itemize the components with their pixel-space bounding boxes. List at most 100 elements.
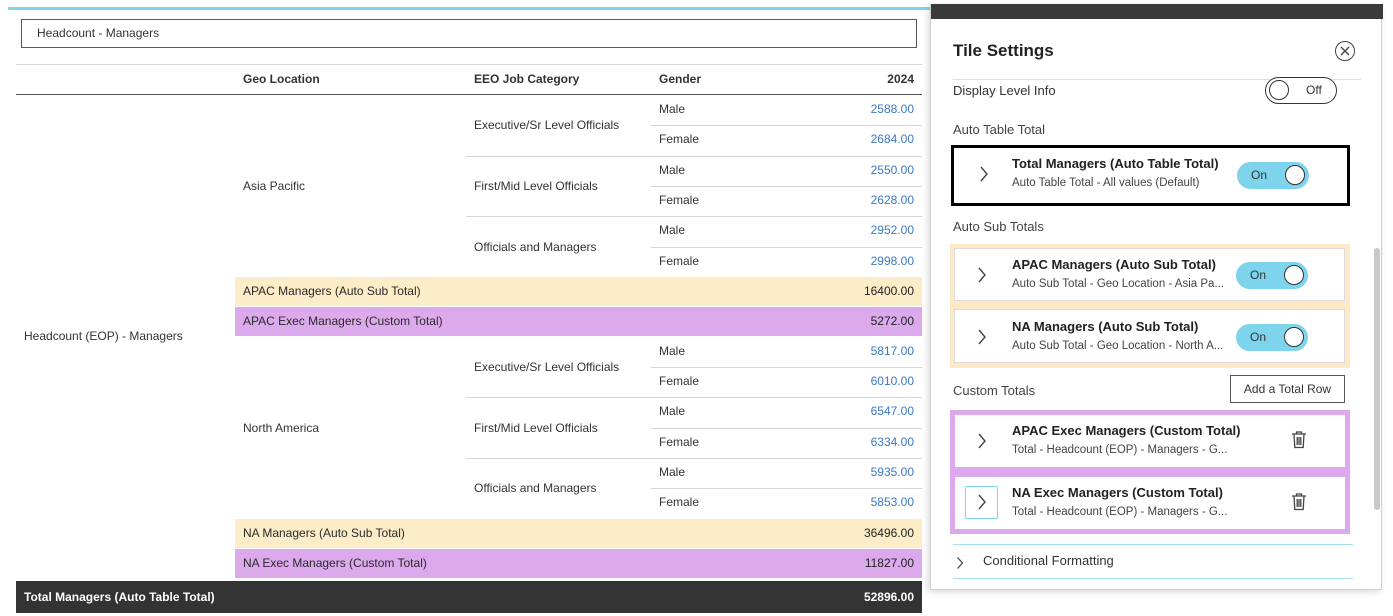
chevron-right-icon[interactable]: [977, 328, 987, 346]
value-cell[interactable]: 6334.00: [871, 435, 914, 449]
category-divider: [466, 458, 922, 459]
auto-sub-total-toggle-na[interactable]: On: [1236, 324, 1308, 351]
gender-cell: Male: [659, 102, 686, 116]
toggle-state-label: On: [1250, 330, 1267, 344]
value-cell[interactable]: 2550.00: [871, 163, 914, 177]
value-cell[interactable]: 2952.00: [871, 223, 914, 237]
auto-table-total-box: Total Managers (Auto Table Total) Auto T…: [951, 145, 1350, 206]
toggle-knob: [1284, 265, 1304, 285]
toggle-state-label: On: [1251, 168, 1268, 182]
custom-total-label: APAC Exec Managers (Custom Total): [243, 313, 443, 328]
auto-sub-totals-box: APAC Managers (Auto Sub Total) Auto Sub …: [950, 244, 1350, 368]
item-subtitle: Total - Headcount (EOP) - Managers - G..…: [1012, 444, 1228, 456]
item-title: NA Exec Managers (Custom Total): [1012, 485, 1223, 500]
gender-cell: Male: [659, 404, 686, 419]
chevron-right-icon[interactable]: [977, 493, 987, 511]
auto-table-total-item[interactable]: Total Managers (Auto Table Total) Auto T…: [954, 148, 1347, 203]
item-title: NA Managers (Auto Sub Total): [1012, 319, 1199, 334]
header-year[interactable]: 2024: [887, 72, 914, 86]
auto-sub-total-item-na[interactable]: NA Managers (Auto Sub Total) Auto Sub To…: [954, 309, 1345, 363]
category-divider: [466, 397, 922, 399]
value-cell[interactable]: 2588.00: [871, 102, 914, 116]
eeo-category-cell: First/Mid Level Officials: [474, 178, 598, 193]
chevron-right-icon[interactable]: [979, 165, 989, 183]
data-table: Geo Location EEO Job Category Gender 202…: [16, 64, 922, 613]
auto-table-total-section-label: Auto Table Total: [953, 122, 1046, 137]
geo-location-cell: North America: [243, 420, 320, 435]
custom-total-item-na[interactable]: NA Exec Managers (Custom Total) Total - …: [955, 477, 1345, 529]
toggle-knob: [1284, 327, 1304, 347]
item-subtitle: Auto Table Total - All values (Default): [1012, 177, 1200, 189]
auto-table-total-toggle[interactable]: On: [1237, 162, 1309, 189]
row-divider: [651, 185, 922, 187]
item-subtitle: Auto Sub Total - Geo Location - Asia Pa.…: [1012, 278, 1225, 290]
auto-sub-total-toggle-apac[interactable]: On: [1236, 262, 1308, 289]
custom-total-row: APAC Exec Managers (Custom Total) 5272.00: [235, 306, 922, 336]
add-total-row-button[interactable]: Add a Total Row: [1230, 375, 1345, 403]
gender-cell: Female: [659, 192, 700, 207]
eeo-category-cell: First/Mid Level Officials: [474, 420, 598, 435]
value-cell[interactable]: 6010.00: [871, 374, 914, 388]
header-geo-location[interactable]: Geo Location: [243, 72, 320, 86]
custom-total-value: 11827.00: [864, 555, 914, 570]
sub-total-label: APAC Managers (Auto Sub Total): [243, 283, 421, 298]
item-subtitle: Total - Headcount (EOP) - Managers - G..…: [1012, 506, 1228, 518]
custom-total-row: NA Exec Managers (Custom Total) 11827.00: [235, 548, 922, 578]
toggle-knob: [1269, 80, 1289, 100]
toggle-state-label: Off: [1306, 83, 1322, 97]
gender-cell: Female: [659, 253, 700, 268]
chevron-right-icon[interactable]: [956, 556, 964, 570]
eeo-category-cell: Executive/Sr Level Officials: [474, 360, 620, 375]
tile-title: Headcount - Managers: [21, 19, 917, 48]
trash-icon[interactable]: [1291, 430, 1307, 449]
value-cell[interactable]: 2998.00: [871, 254, 914, 268]
gender-cell: Male: [659, 343, 686, 358]
custom-totals-section-label: Custom Totals: [953, 383, 1036, 398]
geo-location-cell: Asia Pacific: [243, 178, 306, 193]
header-eeo-job-category[interactable]: EEO Job Category: [474, 72, 579, 86]
panel-scrollbar-thumb[interactable]: [1374, 248, 1380, 510]
item-subtitle: Auto Sub Total - Geo Location - North A.…: [1012, 340, 1224, 352]
item-title: APAC Exec Managers (Custom Total): [1012, 423, 1241, 438]
row-divider: [651, 488, 922, 490]
display-level-info-toggle[interactable]: Off: [1265, 77, 1337, 104]
conditional-formatting-bottom-rule: [953, 578, 1353, 579]
chevron-right-icon[interactable]: [977, 266, 987, 284]
eeo-category-cell: Officials and Managers: [474, 481, 597, 496]
row-group-label: Headcount (EOP) - Managers: [24, 329, 183, 343]
chevron-focus-box[interactable]: [965, 486, 998, 519]
custom-totals-box: APAC Exec Managers (Custom Total) Total …: [950, 410, 1350, 534]
value-cell[interactable]: 5853.00: [871, 495, 914, 509]
chevron-right-icon[interactable]: [977, 432, 987, 450]
trash-icon[interactable]: [1291, 492, 1307, 511]
conditional-formatting-row[interactable]: Conditional Formatting: [953, 550, 1353, 578]
gender-cell: Female: [659, 495, 700, 510]
row-divider: [651, 246, 922, 248]
close-button[interactable]: [1335, 41, 1355, 61]
sub-total-value: 36496.00: [863, 525, 914, 540]
toggle-state-label: On: [1250, 268, 1267, 282]
header-gender[interactable]: Gender: [659, 72, 701, 86]
auto-sub-total-item-apac[interactable]: APAC Managers (Auto Sub Total) Auto Sub …: [954, 248, 1345, 301]
value-cell[interactable]: 5817.00: [871, 344, 914, 358]
sub-total-value: 16400.00: [863, 283, 914, 298]
toggle-knob: [1285, 165, 1305, 185]
panel-top-bar: [931, 4, 1383, 19]
sub-total-row: NA Managers (Auto Sub Total) 36496.00: [235, 518, 922, 548]
display-level-info-label: Display Level Info: [953, 83, 1056, 98]
value-cell[interactable]: 5935.00: [871, 465, 914, 479]
value-cell[interactable]: 2684.00: [871, 132, 914, 146]
item-title: Total Managers (Auto Table Total): [1012, 156, 1219, 171]
custom-total-item-apac[interactable]: APAC Exec Managers (Custom Total) Total …: [955, 415, 1345, 467]
value-cell[interactable]: 6547.00: [871, 404, 914, 418]
value-cell[interactable]: 2628.00: [871, 193, 914, 207]
conditional-formatting-top-rule: [953, 544, 1353, 545]
gender-cell: Male: [659, 465, 686, 479]
gender-cell: Female: [659, 132, 700, 147]
gender-cell: Female: [659, 434, 700, 449]
top-accent-bar: [8, 7, 933, 10]
conditional-formatting-label: Conditional Formatting: [983, 553, 1114, 568]
grand-total-label: Total Managers (Auto Table Total): [24, 589, 215, 604]
gender-cell: Male: [659, 223, 686, 238]
header-bottom-rule: [16, 94, 922, 95]
